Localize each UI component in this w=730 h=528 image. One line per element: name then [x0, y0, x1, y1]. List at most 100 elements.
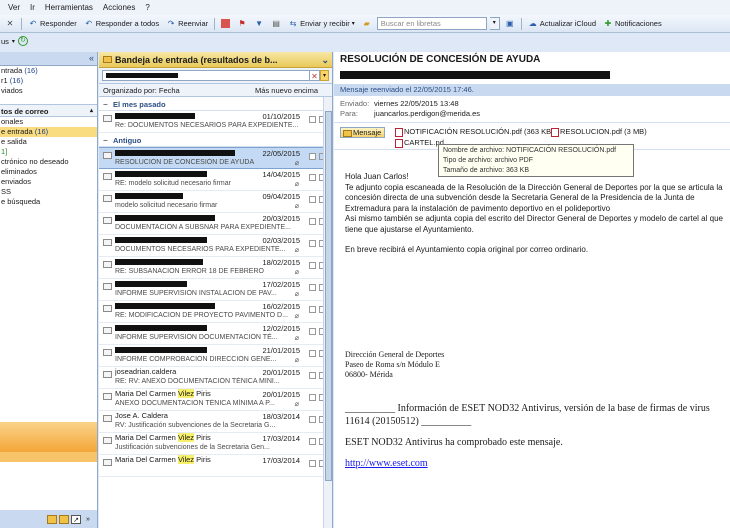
navigation-button-band[interactable] [0, 452, 97, 462]
to-value[interactable]: juancarlos.perdigon@merida.es [374, 109, 480, 118]
envelope-icon [103, 283, 112, 290]
eset-link[interactable]: http://www.eset.com [345, 458, 428, 469]
folder-item-rss[interactable]: SS [0, 187, 97, 197]
search-dropdown-button[interactable]: ▾ [489, 17, 500, 30]
message-row[interactable]: RE: SUBSANACION ERROR 18 DE FEBRERO 18/02… [99, 257, 332, 279]
message-group-header[interactable]: El mes pasado [99, 99, 332, 111]
message-subject: ANEXO DOCUMENTACIÓN TÉNICA MÍNIMA A P... [115, 400, 275, 407]
folder-item-enviados[interactable]: viados [0, 86, 97, 96]
message-row[interactable]: DOCUMENTACIÓN A SUBSNAR PARA EXPEDIENTE.… [99, 213, 332, 235]
configure-buttons-icon[interactable]: » [83, 515, 93, 524]
icloud-refresh-button[interactable]: ☁ Actualizar iCloud [526, 18, 598, 30]
category-box-icon[interactable] [309, 196, 316, 203]
category-box-icon[interactable] [309, 394, 316, 401]
send-receive-button[interactable]: ⇆ Enviar y recibir ▾ [286, 18, 357, 30]
message-row[interactable]: INFORME SUPERVISIÓN INSTALACIÓN DE PAV..… [99, 279, 332, 301]
folder-list-icon[interactable] [59, 514, 69, 524]
message-tab-button[interactable]: Mensaje [340, 127, 386, 138]
folder-item-bandeja-entrada[interactable]: e entrada (16) [0, 127, 97, 137]
message-row[interactable]: modelo solicitud necesario firmar 09/04/2… [99, 191, 332, 213]
redacted-sender [115, 215, 215, 222]
address-book-button[interactable]: ▣ [503, 18, 517, 30]
message-subject: DOCUMENTOS NECESARIOS PARA EXPEDIENTE... [115, 246, 286, 253]
category-box-icon[interactable] [309, 240, 316, 247]
folder-item-enviados-2[interactable]: enviados [0, 177, 97, 187]
menu-herramientas[interactable]: Herramientas [45, 3, 93, 12]
sort-by-button[interactable]: Organizado por: Fecha [103, 86, 180, 95]
message-row[interactable]: Re: DOCUMENTOS NECESARIOS PARA EXPEDIENT… [99, 111, 332, 133]
menu-help[interactable]: ? [145, 3, 149, 12]
message-list-scrollbar[interactable] [323, 97, 332, 528]
categorize-button[interactable] [219, 18, 232, 29]
folder-button[interactable]: ▰ [360, 18, 374, 30]
chevron-down-icon[interactable]: ⌄ [321, 52, 329, 67]
flag-button[interactable]: ⚑ [235, 18, 249, 30]
category-box-icon[interactable] [309, 153, 316, 160]
category-box-icon[interactable] [309, 284, 316, 291]
mail-section-header[interactable]: tos de correo ▴ [0, 104, 97, 117]
message-row[interactable]: Maria Del Carmen Vilez Piris ANEXO DOCUME… [99, 389, 332, 411]
folder-item-busqueda[interactable]: e búsqueda [0, 197, 97, 207]
category-box-icon[interactable] [309, 174, 316, 181]
message-row[interactable]: RE: MODIFICACION DE PROYECTO PAVIMENTO D… [99, 301, 332, 323]
folder-item-no-deseado[interactable]: ctrónico no deseado [0, 157, 97, 167]
folder-item-entrada[interactable]: ntrada (16) [0, 66, 97, 76]
category-box-icon[interactable] [309, 218, 316, 225]
forward-button[interactable]: ↷ Reenviar [164, 18, 210, 30]
category-box-icon[interactable] [309, 306, 316, 313]
menu-ver[interactable]: Ver [8, 3, 20, 12]
shortcuts-icon[interactable]: ↗ [71, 514, 81, 524]
refresh-icon[interactable]: ↻ [17, 36, 28, 46]
search-options-button[interactable]: ▾ [320, 70, 329, 81]
category-box-icon[interactable] [309, 416, 316, 423]
message-row[interactable]: joseadrian.caldera RE: RV: ANEXO DOCUMENT… [99, 367, 332, 389]
category-box-icon[interactable] [309, 328, 316, 335]
message-date: 01/10/2015 [262, 112, 300, 121]
message-row[interactable]: Jose A. Caldera RV: Justificación subvenc… [99, 411, 332, 433]
message-row[interactable]: DOCUMENTOS NECESARIOS PARA EXPEDIENTE...… [99, 235, 332, 257]
notifications-button[interactable]: ✚ Notificaciones [601, 18, 664, 30]
attachment-cartel[interactable]: CARTEL.pd [394, 138, 444, 148]
notes-icon[interactable] [47, 514, 57, 524]
folder-item-green[interactable]: 1] [0, 147, 97, 157]
message-row[interactable]: Maria Del Carmen Vilez Piris 17/03/2014 [99, 455, 332, 477]
menu-acciones[interactable]: Acciones [103, 3, 135, 12]
attachment-notificacion[interactable]: NOTIFICACIÓN RESOLUCIÓN.pdf (363 KB) [394, 127, 554, 137]
scrollbar-thumb[interactable] [325, 111, 332, 481]
message-row[interactable]: Maria Del Carmen Vilez Piris Justificació… [99, 433, 332, 455]
message-row[interactable]: RESOLUCIÓN DE CONCESIÓN DE AYUDA 22/05/20… [99, 147, 332, 169]
instant-search-input[interactable] [102, 70, 310, 81]
attachment-resolucion[interactable]: RESOLUCION.pdf (3 MB) [550, 127, 647, 137]
category-box-icon[interactable] [309, 438, 316, 445]
message-subject: RV: Justificación subvenciones de la Sec… [115, 422, 276, 429]
folder-item-r1[interactable]: r1 (16) [0, 76, 97, 86]
navigation-button-band[interactable] [0, 422, 97, 452]
category-box-icon[interactable] [309, 460, 316, 467]
reply-all-button[interactable]: ↶ Responder a todos [82, 18, 161, 30]
info-bar[interactable]: Mensaje reenviado el 22/05/2015 17:46. [334, 84, 730, 96]
reply-button[interactable]: ↶ Responder [26, 18, 79, 30]
category-box-icon[interactable] [309, 116, 316, 123]
search-input[interactable]: Buscar en libretas [376, 17, 487, 30]
message-group-header[interactable]: Antiguo [99, 135, 332, 147]
chevron-down-icon[interactable]: ▾ [12, 38, 15, 45]
menu-ir[interactable]: Ir [30, 3, 35, 12]
delete-button[interactable]: ✕ [3, 18, 17, 30]
category-box-icon[interactable] [309, 372, 316, 379]
message-row[interactable]: INFORME SUPERVISIÓN DOCUMENTACIÓN TÉ... 1… [99, 323, 332, 345]
collapse-pane-icon[interactable]: « [89, 53, 94, 63]
envelope-icon [103, 327, 112, 334]
folder-item-bandeja-salida[interactable]: e salida [0, 137, 97, 147]
message-date: 02/03/2015 [262, 236, 300, 245]
folder-item-eliminados[interactable]: eliminados [0, 167, 97, 177]
filter-button[interactable]: ▼ [252, 18, 266, 30]
print-button[interactable]: ▤ [269, 18, 283, 30]
category-box-icon[interactable] [309, 262, 316, 269]
folder-item-personales[interactable]: onales [0, 117, 97, 127]
clear-search-button[interactable]: ✕ [310, 70, 320, 81]
message-date: 20/01/2015 [262, 368, 300, 377]
message-row[interactable]: RE: modelo solicitud necesario firmar 14/… [99, 169, 332, 191]
message-row[interactable]: INFORME COMPROBACIÓN DIRECCIÓN GENE... 21… [99, 345, 332, 367]
sort-order-button[interactable]: Más nuevo encima [255, 86, 318, 95]
category-box-icon[interactable] [309, 350, 316, 357]
